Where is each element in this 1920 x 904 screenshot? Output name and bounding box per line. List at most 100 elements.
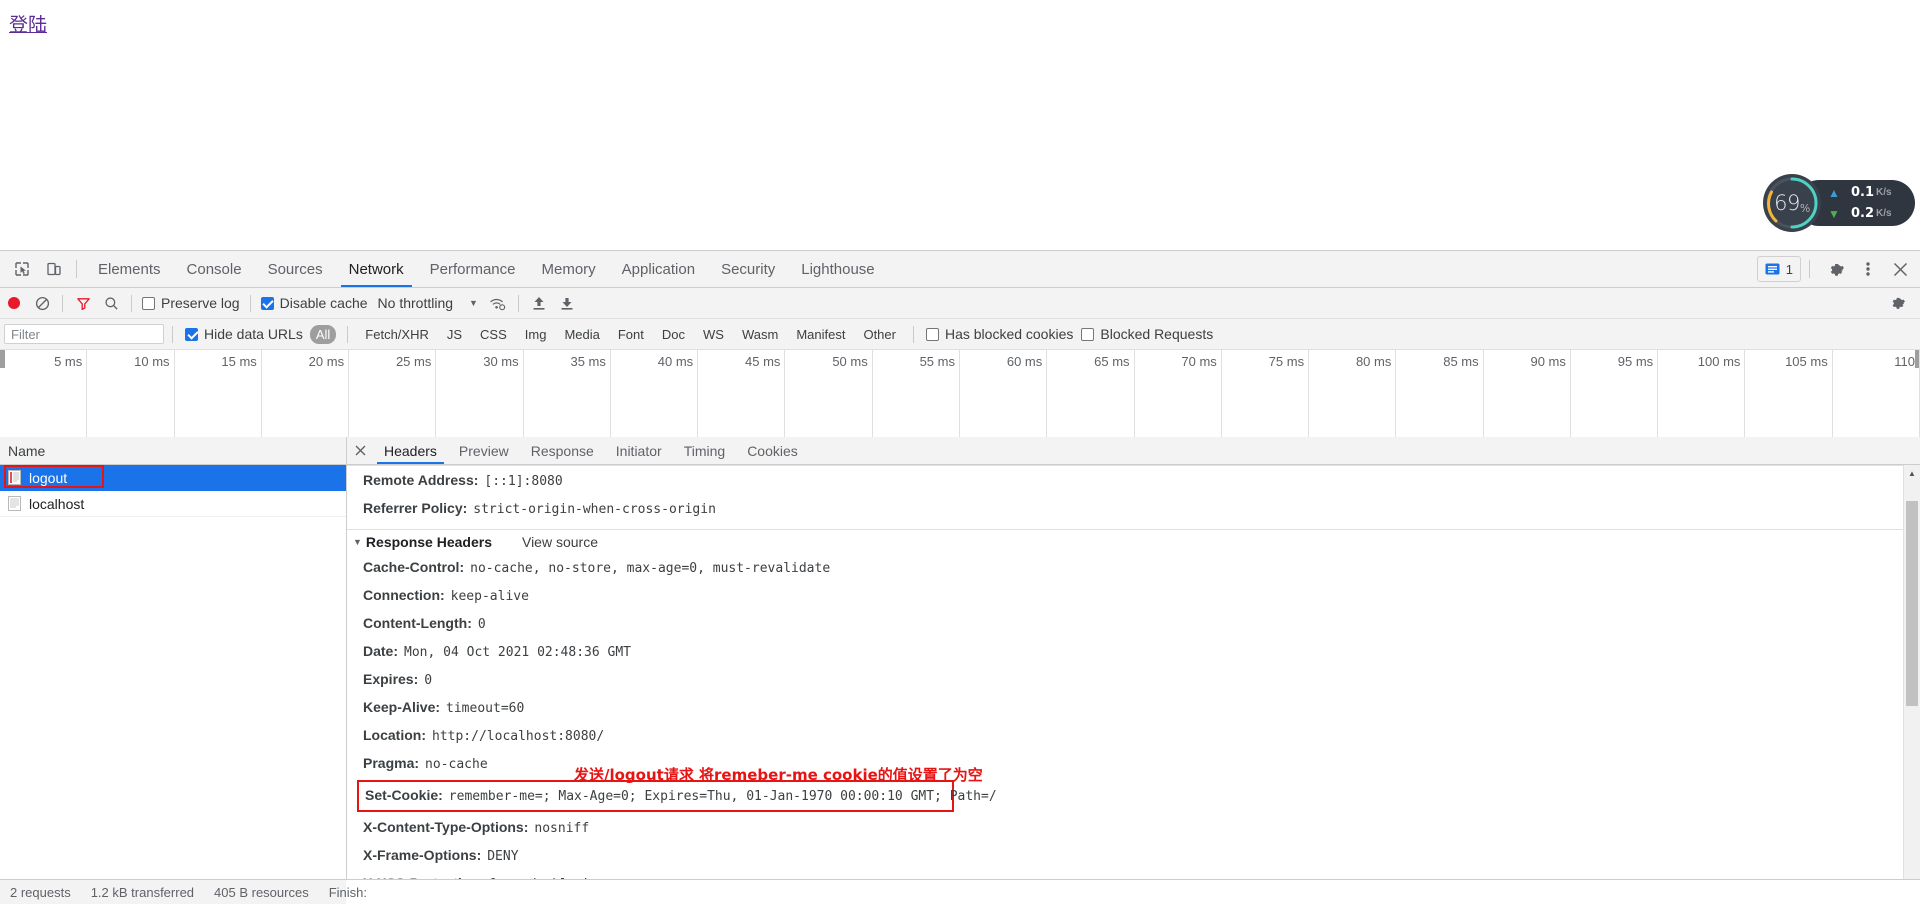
status-resources: 405 B resources [214, 885, 309, 900]
tab-network[interactable]: Network [336, 251, 417, 287]
ruler-tick-label: 45 ms [745, 354, 781, 369]
header-keep-alive: Keep-Alive: timeout=60 [347, 694, 1920, 722]
disable-cache-box-icon [260, 296, 274, 310]
type-filter-manifest[interactable]: Manifest [790, 325, 851, 344]
devtools-tabbar: Elements Console Sources Network Perform… [0, 251, 1920, 288]
ruler-tick-label: 20 ms [308, 354, 345, 369]
download-arrow-icon [561, 297, 573, 310]
header-value: DENY [487, 849, 519, 864]
tab-security[interactable]: Security [708, 251, 788, 287]
type-filter-other[interactable]: Other [857, 325, 902, 344]
tab-performance[interactable]: Performance [417, 251, 529, 287]
devtools-settings-icon[interactable] [1822, 256, 1850, 282]
blocked-requests-checkbox[interactable]: Blocked Requests [1077, 326, 1217, 342]
detail-tab-timing[interactable]: Timing [673, 437, 737, 464]
inspect-element-icon[interactable] [8, 256, 36, 282]
type-filter-font[interactable]: Font [612, 325, 650, 344]
header-x-content-type-options: X-Content-Type-Options: nosniff [347, 814, 1920, 842]
detail-tab-initiator[interactable]: Initiator [605, 437, 673, 464]
tab-sources[interactable]: Sources [255, 251, 336, 287]
header-key: X-Content-Type-Options: [363, 819, 529, 835]
gear-icon [1892, 297, 1905, 309]
download-rate-row: ▼ 0.2 K/s [1827, 203, 1892, 224]
message-icon [1765, 263, 1780, 274]
view-source-link[interactable]: View source [522, 534, 598, 550]
type-filter-all[interactable]: All [309, 324, 337, 344]
network-toolbar-right [1884, 291, 1912, 315]
preserve-log-box-icon [142, 296, 155, 310]
filterbar-divider-3 [912, 325, 914, 343]
tab-lighthouse[interactable]: Lighthouse [788, 251, 887, 287]
network-conditions-button[interactable] [484, 291, 512, 315]
preserve-log-label: Preserve log [161, 295, 240, 311]
ruler-tick-label: 40 ms [657, 354, 694, 369]
ruler-tick-label: 100 ms [1697, 354, 1741, 369]
type-filter-css[interactable]: CSS [474, 325, 513, 344]
type-filter-ws[interactable]: WS [697, 325, 730, 344]
header-key: X-Frame-Options: [363, 847, 482, 863]
type-filter-doc[interactable]: Doc [656, 325, 691, 344]
header-key: Connection: [363, 587, 445, 603]
header-connection: Connection: keep-alive [347, 582, 1920, 610]
clear-requests-button[interactable] [28, 291, 56, 315]
request-row-logout[interactable]: logout [0, 465, 346, 491]
type-filter-wasm[interactable]: Wasm [736, 325, 784, 344]
import-har-button[interactable] [525, 291, 553, 315]
clear-icon [35, 296, 49, 310]
scrollbar-thumb[interactable] [1906, 501, 1918, 706]
network-settings-button[interactable] [1884, 291, 1912, 315]
header-x-frame-options: X-Frame-Options: DENY [347, 842, 1920, 870]
ruler-tick-cell: 15 ms [175, 350, 262, 438]
detail-tab-headers[interactable]: Headers [373, 437, 448, 464]
scroll-up-arrow-icon[interactable]: ▲ [1904, 465, 1920, 481]
ruler-tick-cell: 40 ms [611, 350, 699, 438]
detail-tab-response[interactable]: Response [520, 437, 605, 464]
type-filter-img[interactable]: Img [519, 325, 553, 344]
type-filter-js[interactable]: JS [441, 325, 468, 344]
has-blocked-cookies-checkbox[interactable]: Has blocked cookies [922, 326, 1077, 342]
throttling-dropdown[interactable]: No throttling ▼ [372, 295, 484, 311]
toggle-filter-button[interactable] [69, 291, 97, 315]
filterbar-divider-1 [172, 325, 173, 343]
has-blocked-cookies-label: Has blocked cookies [944, 326, 1074, 342]
header-value: Mon, 04 Oct 2021 02:48:36 GMT [404, 645, 631, 660]
header-content-length: Content-Length: 0 [347, 610, 1920, 638]
tab-console[interactable]: Console [174, 251, 255, 287]
filter-input[interactable] [4, 324, 164, 344]
ruler-tick-cell: 20 ms [262, 350, 350, 438]
gear-icon [1830, 263, 1844, 276]
ruler-tick-cell: 50 ms [785, 350, 873, 438]
devtools-close-icon[interactable] [1886, 256, 1914, 282]
detail-tab-cookies[interactable]: Cookies [736, 437, 809, 464]
preserve-log-checkbox[interactable]: Preserve log [138, 295, 244, 311]
detail-scrollbar[interactable]: ▲ [1903, 465, 1920, 879]
ruler-tick-label: 85 ms [1443, 354, 1479, 369]
response-headers-toggle[interactable]: ▼ Response Headers [353, 534, 492, 550]
close-detail-icon[interactable] [347, 438, 373, 464]
upload-rate-unit: K/s [1876, 187, 1892, 198]
search-button[interactable] [97, 291, 125, 315]
type-filter-media[interactable]: Media [558, 325, 605, 344]
network-speed-widget[interactable]: 69% ▲ 0.1 K/s ▼ 0.2 K/s [1763, 174, 1915, 232]
network-overview-timeline[interactable]: 5 ms 10 ms 15 ms 20 ms 25 ms 30 ms 35 ms 40 ms 4… [0, 350, 1920, 439]
header-key: Cache-Control: [363, 559, 465, 575]
upload-rate-row: ▲ 0.1 K/s [1827, 182, 1892, 203]
tab-elements[interactable]: Elements [85, 251, 174, 287]
console-message-badge[interactable]: 1 [1756, 256, 1801, 282]
login-link[interactable]: 登陆 [9, 10, 47, 37]
request-row-localhost[interactable]: localhost [0, 491, 346, 517]
disable-cache-checkbox[interactable]: Disable cache [257, 295, 372, 311]
request-list-column-header[interactable]: Name [0, 437, 346, 465]
toggle-device-toolbar-icon[interactable] [40, 256, 68, 282]
export-har-button[interactable] [553, 291, 581, 315]
ruler-tick-label: 5 ms [54, 354, 83, 369]
type-filter-fetch-xhr[interactable]: Fetch/XHR [359, 325, 435, 344]
record-button[interactable] [0, 291, 28, 315]
tab-memory[interactable]: Memory [529, 251, 609, 287]
network-main-area: Name logout localhost Headers Preview Re… [0, 437, 1920, 879]
header-x-xss-protection: X-XSS-Protection: 1; mode=block [347, 870, 1920, 879]
tab-application[interactable]: Application [609, 251, 708, 287]
devtools-more-options-icon[interactable] [1854, 256, 1882, 282]
detail-tab-preview[interactable]: Preview [448, 437, 520, 464]
hide-data-urls-checkbox[interactable]: Hide data URLs [181, 326, 307, 342]
